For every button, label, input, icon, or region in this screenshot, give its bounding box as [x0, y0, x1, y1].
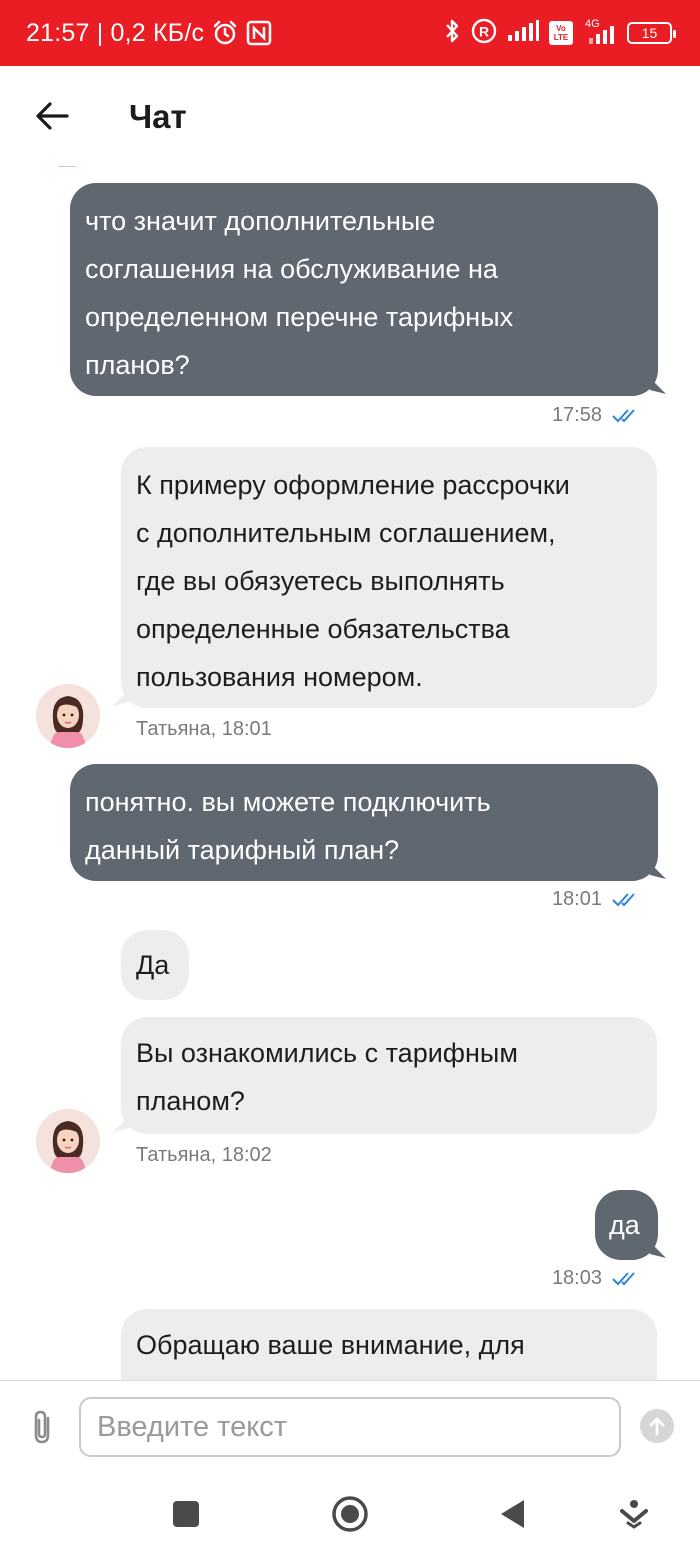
double-check-icon	[612, 408, 635, 422]
bubble-tail	[113, 690, 129, 706]
alarm-icon	[212, 20, 238, 46]
message-time: 18:01	[551, 888, 602, 910]
message-time: 18:03	[551, 1267, 602, 1289]
bubble-tail	[650, 378, 666, 394]
double-check-icon	[612, 892, 635, 906]
message-incoming[interactable]: К примеру оформление рассрочки с дополни…	[121, 447, 657, 708]
signal-strength-icon	[507, 19, 539, 48]
signal-4g-icon: 4G	[583, 18, 617, 46]
status-bar: 21:57 | 0,2 КБ/с R Vo LTE 4G 15	[0, 0, 700, 66]
back-button[interactable]	[32, 96, 72, 136]
message-incoming[interactable]: Обращаю ваше внимание, для	[121, 1309, 657, 1380]
volte-icon: Vo LTE	[549, 21, 573, 45]
status-left: 21:57 | 0,2 КБ/с	[26, 0, 272, 66]
back-nav-button[interactable]	[492, 1494, 532, 1534]
arrow-up-icon	[649, 1417, 665, 1436]
message-incoming[interactable]: Да	[121, 930, 189, 1000]
square-icon	[173, 1501, 199, 1527]
bubble-tail	[650, 1242, 666, 1258]
message-incoming[interactable]: Вы ознакомились с тарифным планом?	[121, 1017, 657, 1134]
bubble-tail	[113, 1116, 129, 1132]
attach-button[interactable]	[28, 1409, 58, 1445]
battery-level: 15	[641, 25, 658, 41]
operator-avatar	[36, 1109, 100, 1173]
triangle-back-icon	[501, 1500, 524, 1528]
roaming-icon: R	[471, 18, 497, 49]
status-right: R Vo LTE 4G 15	[443, 0, 676, 66]
double-check-icon	[612, 1271, 635, 1285]
app-header: Чат	[0, 66, 700, 166]
message-input[interactable]	[79, 1397, 621, 1457]
home-circle-icon	[332, 1496, 368, 1532]
message-outgoing[interactable]: да	[595, 1190, 658, 1260]
system-nav-bar	[0, 1472, 700, 1556]
status-time-net: 21:57 | 0,2 КБ/с	[26, 18, 205, 47]
message-composer	[0, 1380, 700, 1472]
message-meta: 18:03	[552, 1267, 640, 1290]
message-outgoing[interactable]: понятно. вы можете подключить данный тар…	[70, 764, 658, 881]
svg-text:R: R	[479, 23, 489, 39]
message-meta: Татьяна, 18:01	[136, 718, 272, 740]
home-button[interactable]	[330, 1494, 370, 1534]
chat-messages[interactable]: что значит дополнительные соглашения на …	[0, 166, 700, 1380]
arrow-left-icon	[36, 102, 69, 130]
scroll-edge-mark	[58, 166, 76, 167]
assistant-button[interactable]	[614, 1494, 654, 1534]
send-button[interactable]	[640, 1409, 674, 1443]
message-text: Да	[136, 950, 170, 980]
message-meta: 17:58	[552, 404, 640, 427]
bluetooth-icon	[443, 17, 461, 50]
page-title: Чат	[129, 98, 187, 135]
message-meta: 18:01	[552, 888, 640, 911]
paperclip-icon	[34, 1410, 50, 1444]
message-text: что значит дополнительные соглашения на …	[85, 206, 514, 380]
recents-button[interactable]	[166, 1494, 206, 1534]
message-text: Вы ознакомились с тарифным планом?	[136, 1038, 518, 1116]
accessibility-icon	[620, 1500, 648, 1529]
message-text: К примеру оформление рассрочки с дополни…	[136, 470, 570, 692]
message-text: понятно. вы можете подключить данный тар…	[85, 787, 491, 865]
battery-icon: 15	[627, 22, 676, 44]
message-text: Обращаю ваше внимание, для	[136, 1330, 525, 1360]
message-meta: Татьяна, 18:02	[136, 1144, 272, 1166]
nfc-icon	[246, 20, 272, 46]
operator-avatar	[36, 684, 100, 748]
message-outgoing[interactable]: что значит дополнительные соглашения на …	[70, 183, 658, 396]
bubble-tail	[650, 863, 666, 879]
message-time: 17:58	[551, 404, 602, 426]
